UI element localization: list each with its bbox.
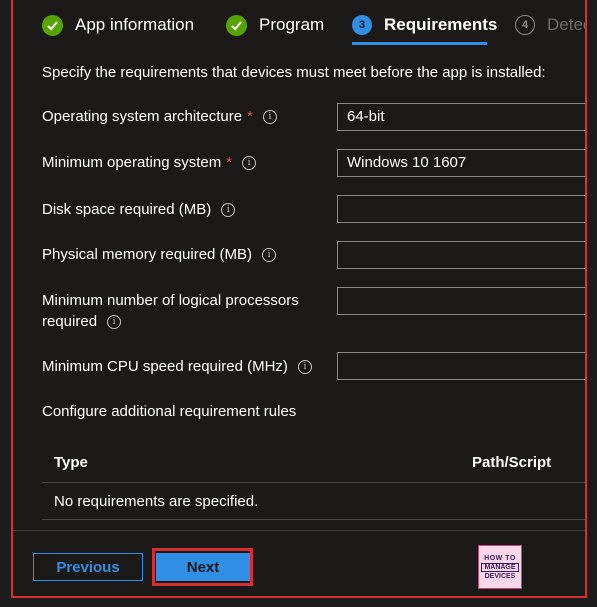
wizard-panel: App information Program 3 Requirements 4… [11, 0, 587, 598]
info-icon[interactable]: i [242, 156, 257, 170]
field-label: Disk space required (MB) [42, 201, 212, 218]
intro-text: Specify the requirements that devices mu… [42, 64, 546, 81]
step-label: Requirements [384, 15, 498, 34]
os-architecture-dropdown[interactable]: 64-bit [337, 103, 585, 131]
field-label: Minimum CPU speed required (MHz) [42, 358, 288, 375]
step-app-information[interactable]: App information [42, 12, 194, 38]
field-label: Minimum operating system [42, 154, 222, 171]
step-program[interactable]: Program [226, 12, 324, 38]
logical-processors-input[interactable] [337, 287, 585, 315]
wizard-steps: App information Program 3 Requirements 4… [42, 0, 587, 46]
logo-line1: HOW TO [484, 554, 516, 562]
wizard-footer: Previous Next HOW TO MANAGE DEVICES [13, 530, 585, 596]
field-logical-processors: Minimum number of logical processors req… [42, 292, 299, 330]
info-icon[interactable]: i [262, 110, 277, 124]
step-detection[interactable]: 4 Detec [515, 12, 587, 38]
disk-space-input[interactable] [337, 195, 585, 223]
physical-memory-input[interactable] [337, 241, 585, 269]
active-step-underline [352, 42, 487, 45]
field-label-line2-wrap: required i [42, 313, 122, 330]
rules-table-header: Type Path/Script [42, 438, 585, 483]
column-type[interactable]: Type [54, 454, 88, 471]
column-path-script[interactable]: Path/Script [472, 454, 551, 471]
logo-line3: DEVICES [484, 572, 516, 580]
required-marker: * [226, 154, 233, 171]
howto-manage-devices-logo: HOW TO MANAGE DEVICES [478, 545, 522, 589]
info-icon[interactable]: i [297, 360, 312, 374]
field-label: Physical memory required (MB) [42, 246, 253, 263]
field-cpu-speed: Minimum CPU speed required (MHz) i [42, 358, 312, 375]
empty-message: No requirements are specified. [54, 493, 259, 510]
field-label-line2: required [42, 313, 98, 330]
required-marker: * [247, 108, 253, 125]
step-number-badge: 3 [352, 15, 372, 35]
step-number-badge: 4 [515, 15, 535, 35]
cpu-speed-input[interactable] [337, 352, 585, 380]
step-label: Program [259, 15, 325, 34]
previous-button[interactable]: Previous [33, 553, 143, 581]
field-physical-memory: Physical memory required (MB) i [42, 246, 277, 263]
step-requirements[interactable]: 3 Requirements [352, 12, 497, 38]
next-button[interactable]: Next [156, 553, 250, 581]
step-label: Detec [547, 15, 587, 34]
additional-rules-heading: Configure additional requirement rules [42, 403, 297, 420]
field-minimum-os: Minimum operating system * i [42, 154, 257, 171]
minimum-os-dropdown[interactable]: Windows 10 1607 [337, 149, 585, 177]
check-circle-icon [42, 14, 63, 36]
check-circle-icon [226, 14, 247, 36]
info-icon[interactable]: i [221, 203, 236, 217]
field-label: Operating system architecture [42, 108, 243, 125]
field-disk-space: Disk space required (MB) i [42, 201, 236, 218]
step-label: App information [75, 15, 195, 34]
info-icon[interactable]: i [107, 315, 122, 329]
info-icon[interactable]: i [262, 248, 277, 262]
field-label-line1: Minimum number of logical processors [42, 292, 299, 309]
rules-table-empty-row: No requirements are specified. [42, 484, 585, 520]
logo-line2: MANAGE [481, 562, 519, 572]
field-os-architecture: Operating system architecture * i [42, 108, 277, 125]
